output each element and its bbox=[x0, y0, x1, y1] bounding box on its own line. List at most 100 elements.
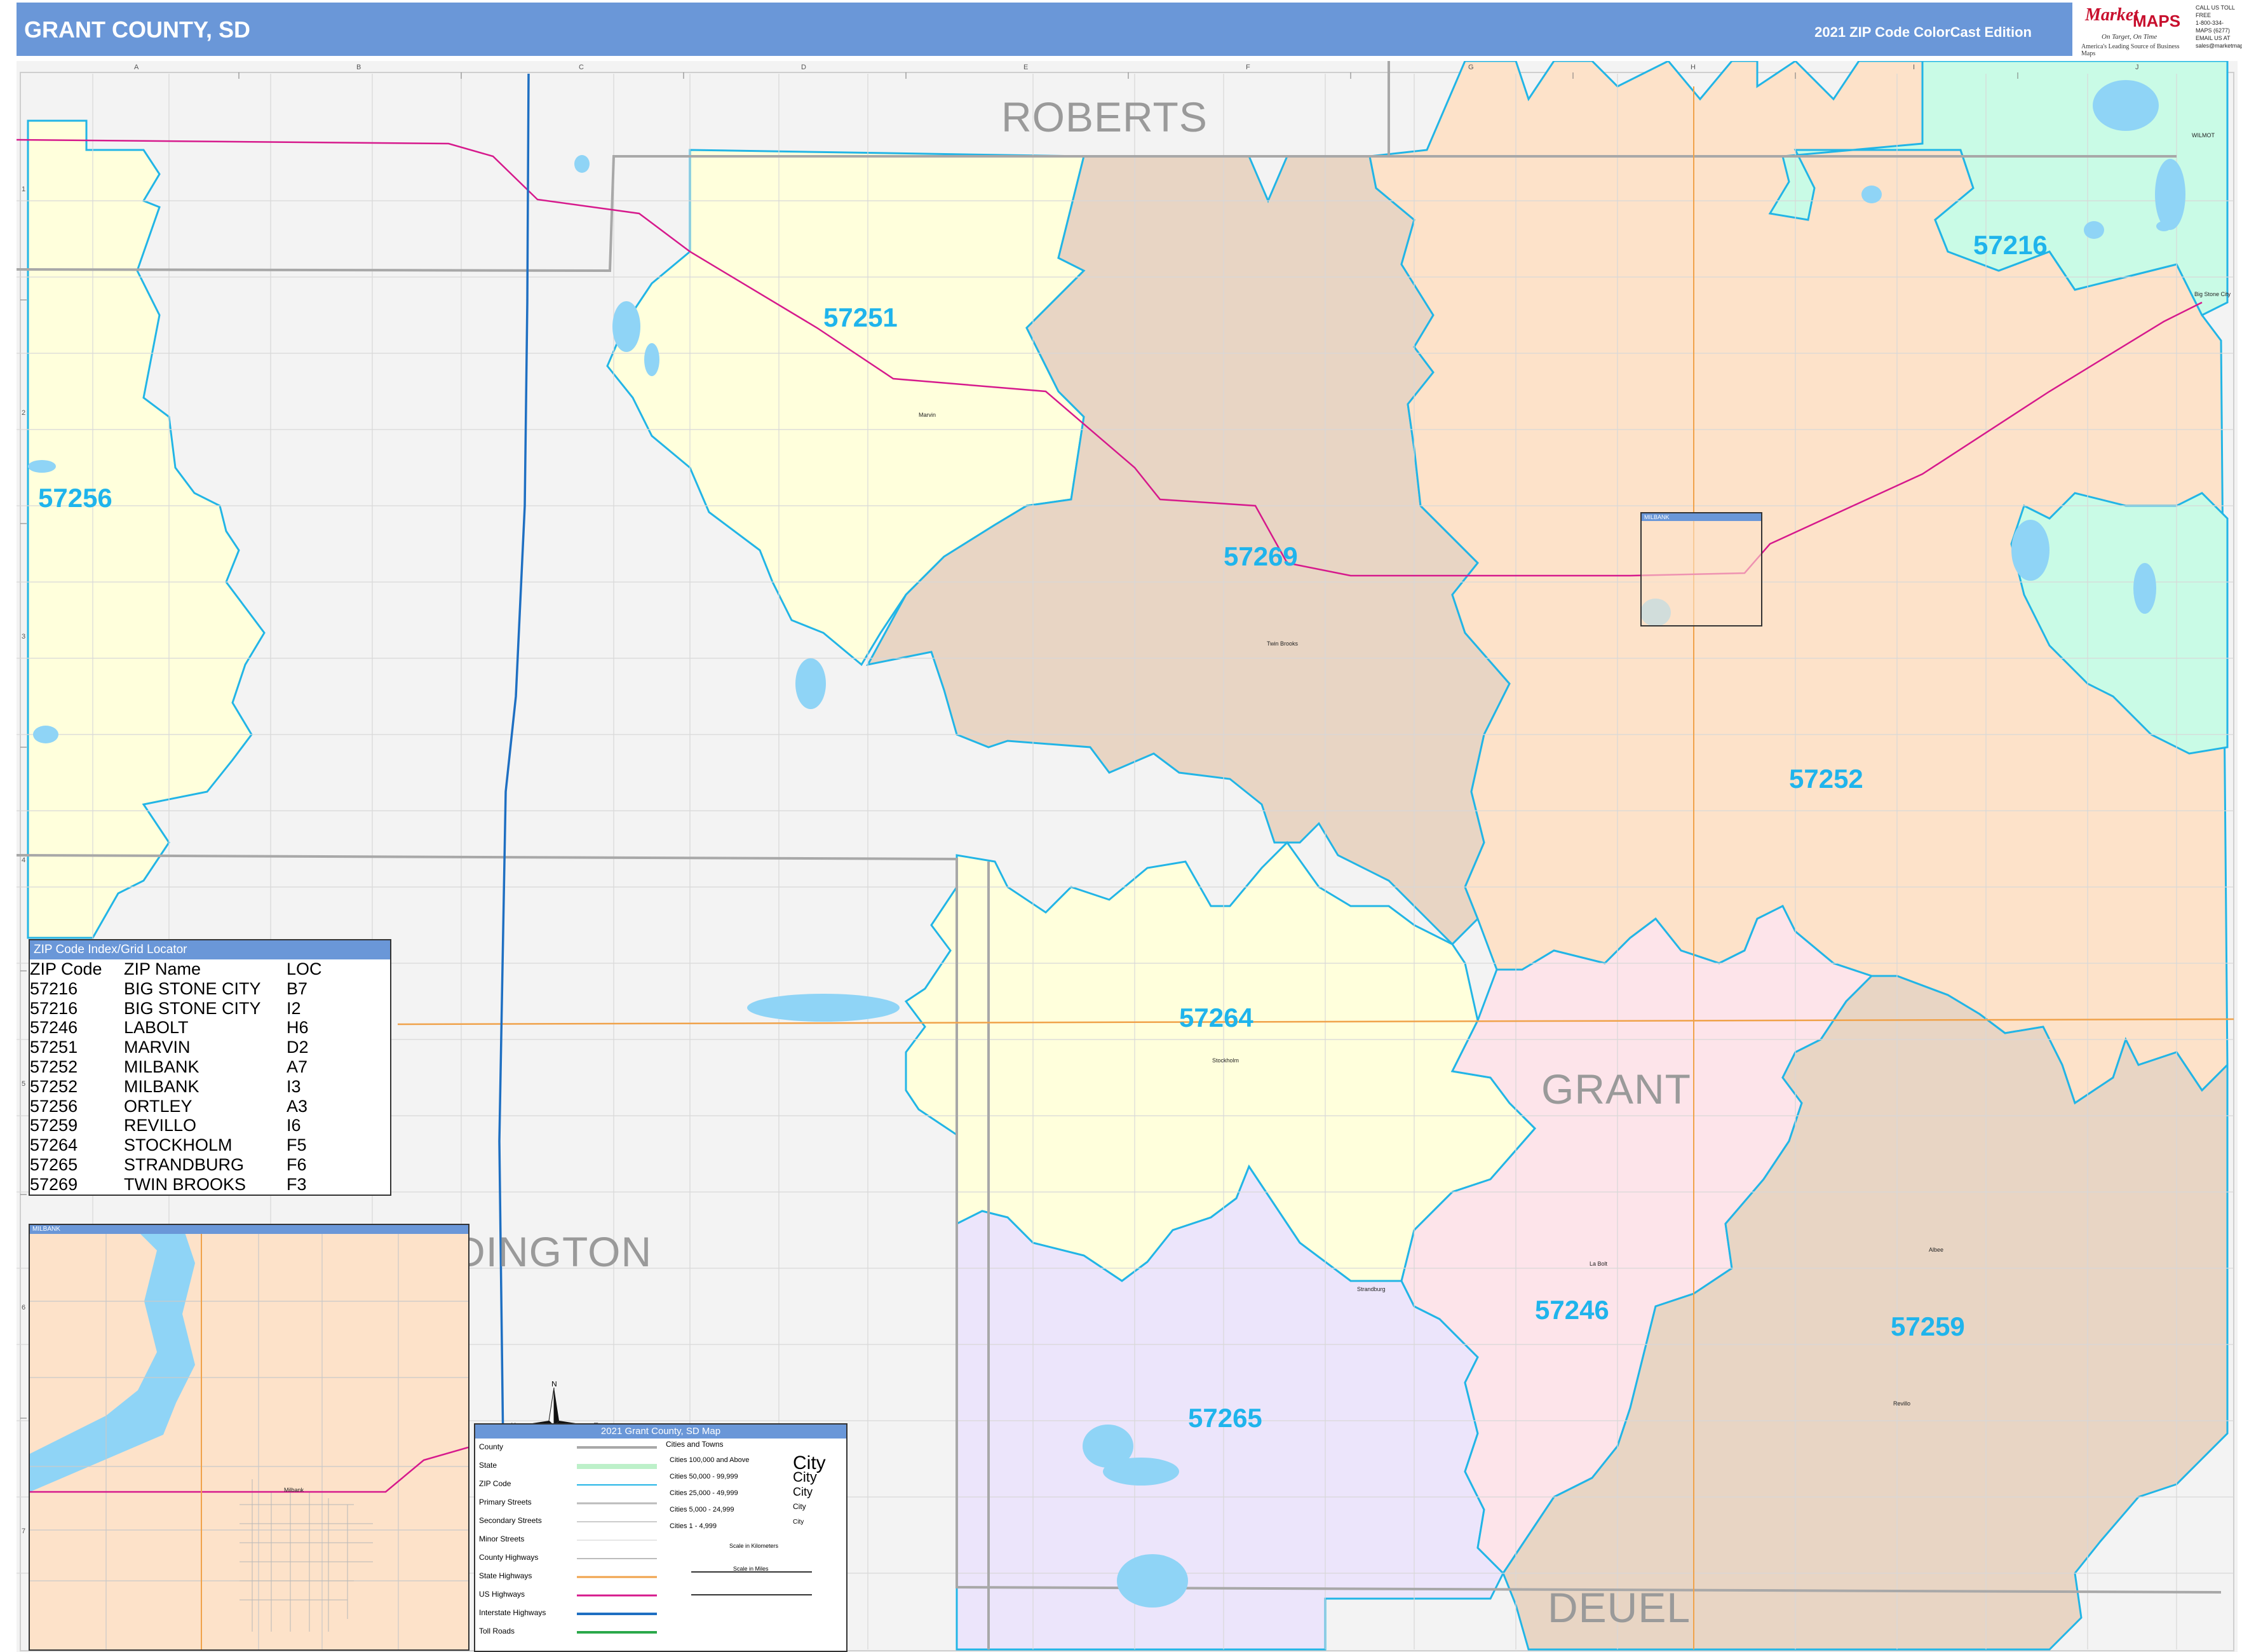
grid-number: 5 bbox=[22, 1080, 26, 1088]
town-stockholm[interactable]: Stockholm bbox=[1212, 1057, 1239, 1064]
zip-label-57264[interactable]: 57264 bbox=[1179, 1003, 1253, 1033]
contact-line: sales@marketmaps.com bbox=[2196, 43, 2242, 49]
contact-line: 1-800-334-MAPS (6277) bbox=[2196, 20, 2231, 34]
legend-item-label: Toll Roads bbox=[479, 1627, 515, 1635]
grid-number: 4 bbox=[22, 856, 26, 864]
zip-label-57246[interactable]: 57246 bbox=[1535, 1295, 1609, 1325]
zip-index-row: 57264 STOCKHOLM F5 bbox=[30, 1135, 390, 1155]
town-strandburg[interactable]: Strandburg bbox=[1357, 1286, 1386, 1292]
contact-line: CALL US TOLL FREE bbox=[2196, 4, 2235, 18]
zip-index-cell-loc: I2 bbox=[287, 998, 301, 1018]
zip-index-row: 57252 MILBANK A7 bbox=[30, 1057, 390, 1077]
zip-label-57256[interactable]: 57256 bbox=[38, 483, 112, 513]
zip-index-cell-name: REVILLO bbox=[124, 1116, 197, 1135]
zip-label-57265[interactable]: 57265 bbox=[1188, 1403, 1262, 1433]
zip-index-cell-zip: 57269 bbox=[30, 1174, 78, 1194]
grid-letter: C bbox=[579, 64, 584, 71]
map-edition: 2021 ZIP Code ColorCast Edition bbox=[1814, 24, 2032, 40]
zip-index-cell-loc: A3 bbox=[287, 1096, 308, 1116]
zip-label-57251[interactable]: 57251 bbox=[823, 302, 898, 333]
milbank-inset-map[interactable]: MILBANK Milbank bbox=[29, 1224, 469, 1651]
zip-index-cell-zip: 57252 bbox=[30, 1057, 78, 1076]
zip-index-row: 57269 TWIN BROOKS F3 bbox=[30, 1175, 390, 1195]
grid-letter: G bbox=[1468, 64, 1474, 71]
legend-item-label: ZIP Code bbox=[479, 1479, 511, 1488]
milbank-locator-box[interactable]: MILBANK bbox=[1640, 512, 1762, 626]
legend-scale-mi: Scale in Miles bbox=[733, 1566, 769, 1572]
zip-index-cell-name: MILBANK bbox=[124, 1076, 199, 1096]
town-marvin[interactable]: Marvin bbox=[919, 412, 936, 418]
grid-letter: A bbox=[134, 64, 139, 71]
zip-label-57259[interactable]: 57259 bbox=[1891, 1311, 1965, 1342]
town-twin-brooks[interactable]: Twin Brooks bbox=[1267, 640, 1298, 647]
zip-index-cell-loc: F5 bbox=[287, 1135, 307, 1155]
legend-city-class-label: Cities 5,000 - 24,999 bbox=[670, 1506, 734, 1513]
zip-label-57252[interactable]: 57252 bbox=[1789, 764, 1863, 794]
grid-letter: B bbox=[356, 64, 361, 71]
legend-city-class-label: Cities 50,000 - 99,999 bbox=[670, 1473, 738, 1480]
publisher-logo: Market MAPS On Target, On Time America's… bbox=[2072, 0, 2193, 57]
zip-index-cell-loc: I6 bbox=[287, 1116, 301, 1135]
grid-number: 6 bbox=[22, 1304, 26, 1311]
zip-index-cell-zip: 57251 bbox=[30, 1038, 78, 1057]
zip-index-title: ZIP Code Index/Grid Locator bbox=[30, 940, 390, 959]
zip-index-cell-loc: H6 bbox=[287, 1018, 309, 1038]
legend-city-class-label: Cities 1 - 4,999 bbox=[670, 1522, 717, 1530]
legend-title: 2021 Grant County, SD Map bbox=[475, 1425, 846, 1439]
zip-index-col-zip: ZIP Code bbox=[30, 959, 102, 978]
contact-line: EMAIL US AT bbox=[2196, 35, 2231, 41]
town-milbank[interactable]: Milbank bbox=[284, 1487, 304, 1493]
town-albee[interactable]: Albee bbox=[1929, 1247, 1943, 1253]
grid-letter: I bbox=[1913, 64, 1915, 71]
zip-index-row: 57216 BIG STONE CITY I2 bbox=[30, 999, 390, 1019]
legend-item-label: Secondary Streets bbox=[479, 1516, 542, 1525]
legend-cities-header: Cities and Towns bbox=[666, 1440, 724, 1449]
zip-index-cell-loc: F3 bbox=[287, 1174, 307, 1194]
zip-index-cell-zip: 57264 bbox=[30, 1135, 78, 1155]
county-name-deuel: DEUEL bbox=[1548, 1584, 1691, 1631]
logo-brand-script: Market bbox=[2085, 5, 2138, 25]
zip-index-row: 57259 REVILLO I6 bbox=[30, 1116, 390, 1135]
legend-item-label: State bbox=[479, 1461, 497, 1470]
county-name-grant: GRANT bbox=[1541, 1066, 1691, 1113]
legend-city-class-sample: City bbox=[793, 1486, 813, 1498]
zip-index-cell-zip: 57265 bbox=[30, 1154, 78, 1174]
legend-item-label: US Highways bbox=[479, 1590, 525, 1599]
legend-item-label: Interstate Highways bbox=[479, 1608, 546, 1617]
zip-index-cell-name: STRANDBURG bbox=[124, 1154, 245, 1174]
zip-index-cell-zip: 57246 bbox=[30, 1018, 78, 1038]
zip-index-cell-name: BIG STONE CITY bbox=[124, 978, 261, 998]
zip-index-header-row: ZIP Code ZIP Name LOC bbox=[30, 959, 390, 979]
compass-n: N bbox=[551, 1381, 557, 1388]
map-title: GRANT COUNTY, SD bbox=[24, 17, 251, 43]
legend-item-label: State Highways bbox=[479, 1571, 532, 1580]
grid-number: 1 bbox=[22, 186, 26, 193]
zip-index-cell-zip: 57216 bbox=[30, 978, 78, 998]
grid-letter: H bbox=[1691, 64, 1696, 71]
milbank-inset-graphic bbox=[30, 1225, 468, 1649]
zip-index-cell-name: LABOLT bbox=[124, 1018, 189, 1038]
zip-index-row: 57216 BIG STONE CITY B7 bbox=[30, 979, 390, 999]
zip-label-57216[interactable]: 57216 bbox=[1973, 230, 2048, 261]
town-big-stone-city[interactable]: Big Stone City bbox=[2194, 291, 2231, 297]
zip-code-index: ZIP Code Index/Grid Locator ZIP Code ZIP… bbox=[29, 939, 391, 1196]
zip-index-cell-loc: A7 bbox=[287, 1057, 308, 1076]
legend-item-label: County Highways bbox=[479, 1553, 539, 1562]
zip-index-cell-name: TWIN BROOKS bbox=[124, 1174, 246, 1194]
zip-label-57269[interactable]: 57269 bbox=[1224, 541, 1298, 572]
town-revillo[interactable]: Revillo bbox=[1893, 1400, 1910, 1407]
grid-letter: F bbox=[1246, 64, 1250, 71]
zip-index-row: 57251 MARVIN D2 bbox=[30, 1038, 390, 1057]
legend-city-class-sample: City bbox=[793, 1502, 806, 1511]
zip-index-col-name: ZIP Name bbox=[124, 959, 201, 978]
zip-index-cell-name: MILBANK bbox=[124, 1057, 199, 1076]
logo-brand-bold: MAPS bbox=[2133, 11, 2181, 30]
legend-swatches bbox=[577, 1446, 812, 1634]
legend-item-label: County bbox=[479, 1442, 504, 1451]
town-la-bolt[interactable]: La Bolt bbox=[1590, 1261, 1607, 1267]
legend-city-class-label: Cities 25,000 - 49,999 bbox=[670, 1489, 738, 1497]
zip-index-cell-zip: 57216 bbox=[30, 998, 78, 1018]
town-wilmot[interactable]: WILMOT bbox=[2192, 132, 2215, 139]
map-header: GRANT COUNTY, SD 2021 ZIP Code ColorCast… bbox=[17, 3, 2089, 56]
zip-index-cell-name: STOCKHOLM bbox=[124, 1135, 233, 1155]
